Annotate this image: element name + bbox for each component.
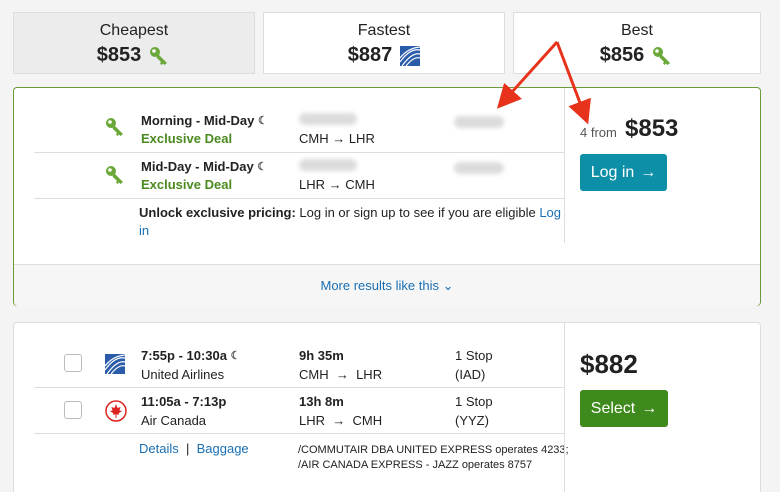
leg-route: CMH → LHR [299,131,375,146]
leg-via: (IAD) [455,367,486,382]
arrow-right-icon: → [641,399,658,417]
leg-times: 7:55p - 10:30a ☾ [141,348,241,363]
details-links: Details | Baggage [139,441,249,457]
tab-label: Best [620,22,653,39]
key-icon [150,46,168,65]
unlock-pricing-text: Unlock exclusive pricing: Log in or sign… [139,205,562,220]
leg-via: (YYZ) [455,413,489,428]
deal-price: $853 [625,115,679,142]
chevron-down-icon: ⌄ [442,278,454,293]
more-results-bar[interactable]: More results like this ⌄ [14,264,760,306]
operated-by-note: /AIR CANADA EXPRESS - JAZZ operates 8757 [298,459,533,471]
leg-checkbox[interactable] [64,401,82,419]
details-link[interactable]: Details [139,441,179,456]
leg-checkbox[interactable] [64,354,82,372]
flight-result-card[interactable]: 7:55p - 10:30a ☾ United Airlines 9h 35m … [13,322,761,492]
leg-stops: 1 Stop [455,348,493,363]
airline-name: Air Canada [141,413,207,428]
overnight-moon-icon: ☾ [230,350,241,362]
hidden-duration [299,113,357,125]
overnight-moon-icon: ☾ [258,115,268,127]
leg-stops: 1 Stop [455,394,493,409]
login-link-continued[interactable]: in [139,223,149,239]
tab-fastest[interactable]: Fastest $887 [263,12,505,74]
tab-price: $887 [347,44,393,66]
overnight-moon-icon: ☾ [257,161,268,173]
united-airlines-logo [400,45,421,66]
leg-duration: 9h 35m [299,348,344,363]
air-canada-logo [105,400,127,422]
login-button-label: Log in [590,163,635,181]
result-count: 4 from [580,125,617,140]
tab-label: Fastest [357,22,411,39]
leg-route: LHR → CMH [299,177,375,192]
leg-route: CMH → LHR [299,367,383,382]
more-results-link[interactable]: More results like this [320,278,438,293]
operated-by-note: /COMMUTAIR DBA UNITED EXPRESS operates 4… [298,444,569,456]
link-separator: | [185,441,190,456]
result-price: $882 [580,349,638,379]
leg-route: LHR → CMH [299,413,383,428]
exclusive-deal-card[interactable]: Morning - Mid-Day ☾ Exclusive Deal CMH →… [13,87,761,306]
exclusive-deal-badge: Exclusive Deal [141,131,233,146]
tab-label: Cheapest [99,22,169,39]
key-icon [653,46,671,65]
hidden-duration [299,159,357,171]
leg-times: Morning - Mid-Day ☾ [141,113,268,128]
tab-cheapest[interactable]: Cheapest $853 [13,12,255,74]
leg-duration: 13h 8m [299,394,344,409]
tab-best[interactable]: Best $856 [513,12,761,74]
select-button[interactable]: Select → [580,390,668,427]
tab-price: $853 [96,44,142,66]
hidden-stops [454,116,504,128]
exclusive-deal-badge: Exclusive Deal [141,177,233,192]
leg-times: Mid-Day - Mid-Day ☾ [141,159,268,174]
united-airlines-logo [105,354,125,374]
arrow-right-icon: → [640,163,657,181]
leg-times: 11:05a - 7:13p [141,394,227,409]
key-icon [106,118,123,136]
key-icon [106,166,123,184]
baggage-link[interactable]: Baggage [197,441,249,456]
tab-price: $856 [599,44,645,66]
login-link[interactable]: Log [539,205,561,220]
airline-name: United Airlines [141,367,225,382]
login-button[interactable]: Log in → [580,154,667,191]
select-button-label: Select [590,399,636,417]
hidden-stops [454,162,504,174]
